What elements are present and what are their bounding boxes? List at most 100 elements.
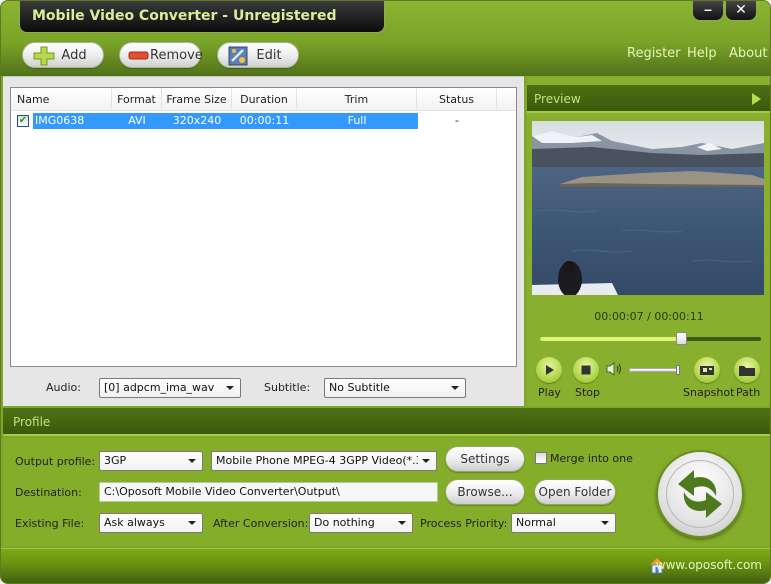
seek-handle[interactable] — [675, 332, 687, 345]
output-category-select[interactable]: 3GP — [99, 451, 203, 471]
chevron-down-icon — [398, 521, 406, 525]
table-row[interactable]: ✔ IMG0638 AVI 320x240 00:00:11 Full - — [11, 113, 516, 129]
time-display: 00:00:07 / 00:00:11 — [594, 310, 704, 323]
window-title: Mobile Video Converter - Unregistered — [32, 8, 337, 24]
file-list-area: Name Format Frame Size Duration Trim Sta… — [3, 76, 524, 406]
audio-label: Audio: — [46, 381, 81, 394]
after-conversion-value: Do nothing — [314, 516, 375, 529]
open-folder-button[interactable]: Open Folder — [534, 479, 616, 505]
footer-bar: www.oposoft.com — [1, 548, 770, 583]
profile-title: Profile — [13, 415, 51, 429]
volume-slider[interactable] — [629, 365, 680, 375]
profile-header: Profile — [3, 408, 770, 436]
cell-name: IMG0638 — [35, 114, 85, 127]
preview-header: Preview — [527, 85, 770, 113]
app-window: Mobile Video Converter - Unregistered – … — [0, 0, 771, 584]
help-link[interactable]: Help — [687, 46, 717, 61]
merge-label: Merge into one — [550, 452, 633, 465]
browse-button[interactable]: Browse... — [445, 479, 525, 505]
process-priority-label: Process Priority: — [420, 517, 508, 530]
subtitle-label: Subtitle: — [264, 381, 311, 394]
minus-icon — [128, 46, 150, 64]
edit-button[interactable]: Edit — [217, 42, 299, 68]
column-status[interactable]: Status — [417, 88, 497, 111]
convert-button[interactable] — [656, 450, 744, 538]
stop-icon — [581, 365, 591, 375]
file-list-header: Name Format Frame Size Duration Trim Sta… — [11, 88, 516, 111]
video-frame-image — [532, 121, 764, 295]
subtitle-value: No Subtitle — [329, 381, 390, 394]
row-checkbox[interactable]: ✔ — [17, 115, 29, 127]
play-button[interactable] — [536, 357, 562, 383]
convert-arrows-icon — [678, 470, 722, 518]
close-button[interactable]: ✕ — [725, 1, 757, 21]
register-link[interactable]: Register — [627, 46, 681, 61]
minimize-button[interactable]: – — [692, 1, 724, 21]
merge-checkbox[interactable] — [535, 452, 547, 464]
destination-label: Destination: — [15, 486, 82, 499]
title-bar[interactable]: Mobile Video Converter - Unregistered — [19, 1, 385, 33]
cell-format: AVI — [128, 114, 146, 127]
video-preview[interactable] — [532, 121, 764, 295]
plus-icon — [33, 46, 55, 66]
website-link[interactable]: www.oposoft.com — [656, 558, 762, 572]
process-priority-value: Normal — [516, 516, 556, 529]
edit-video-icon — [228, 46, 250, 66]
chevron-down-icon — [601, 521, 609, 525]
column-duration[interactable]: Duration — [232, 88, 297, 111]
cell-status: - — [455, 114, 459, 127]
destination-input[interactable]: C:\Oposoft Mobile Video Converter\Output… — [99, 482, 438, 502]
add-label: Add — [61, 47, 87, 63]
output-format-value: Mobile Phone MPEG-4 3GPP Video(*.3gp) — [216, 454, 418, 467]
volume-handle[interactable] — [676, 365, 680, 375]
file-list[interactable]: Name Format Frame Size Duration Trim Sta… — [10, 87, 517, 367]
column-name[interactable]: Name — [11, 88, 112, 111]
camera-icon — [700, 366, 714, 375]
existing-file-select[interactable]: Ask always — [99, 513, 203, 533]
column-filler — [497, 88, 516, 111]
chevron-down-icon — [188, 459, 196, 463]
existing-file-label: Existing File: — [15, 517, 85, 530]
chevron-down-icon — [451, 386, 459, 390]
cell-frame-size: 320x240 — [172, 114, 222, 127]
column-frame-size[interactable]: Frame Size — [162, 88, 232, 111]
stop-button[interactable] — [573, 357, 599, 383]
minimize-icon: – — [704, 1, 712, 17]
about-link[interactable]: About — [729, 46, 767, 61]
play-icon — [546, 365, 554, 375]
expand-arrow-icon[interactable] — [752, 93, 761, 105]
chevron-down-icon — [188, 521, 196, 525]
existing-file-value: Ask always — [104, 516, 165, 529]
path-label: Path — [736, 386, 761, 399]
subtitle-select[interactable]: No Subtitle — [324, 378, 466, 398]
column-format[interactable]: Format — [112, 88, 162, 111]
preview-title: Preview — [534, 92, 581, 106]
output-format-select[interactable]: Mobile Phone MPEG-4 3GPP Video(*.3gp) — [211, 451, 437, 471]
close-icon: ✕ — [735, 1, 747, 17]
volume-icon[interactable] — [606, 361, 624, 380]
seek-slider[interactable] — [540, 332, 761, 345]
after-conversion-label: After Conversion: — [213, 517, 309, 530]
remove-label: Remove — [150, 47, 203, 63]
path-button[interactable] — [734, 357, 760, 383]
chevron-down-icon — [422, 459, 430, 463]
settings-button[interactable]: Settings — [445, 446, 525, 472]
stop-label: Stop — [575, 386, 601, 399]
chevron-down-icon — [226, 386, 234, 390]
audio-track-value: [0] adpcm_ima_wav — [104, 381, 215, 394]
preview-panel: Preview 00:00:07 / 00:00:11 Play Stop Sn… — [527, 76, 770, 406]
play-label: Play — [538, 386, 561, 399]
audio-track-select[interactable]: [0] adpcm_ima_wav — [99, 378, 241, 398]
output-profile-label: Output profile: — [15, 455, 96, 468]
folder-icon — [739, 365, 755, 376]
snapshot-label: Snapshot — [683, 386, 735, 399]
cell-trim[interactable]: Full — [297, 113, 417, 129]
column-trim[interactable]: Trim — [297, 88, 417, 111]
add-button[interactable]: Add — [22, 42, 104, 68]
after-conversion-select[interactable]: Do nothing — [309, 513, 413, 533]
process-priority-select[interactable]: Normal — [511, 513, 616, 533]
seek-progress — [540, 337, 681, 341]
output-category-value: 3GP — [104, 454, 127, 467]
snapshot-button[interactable] — [694, 357, 720, 383]
remove-button[interactable]: Remove — [119, 42, 203, 68]
